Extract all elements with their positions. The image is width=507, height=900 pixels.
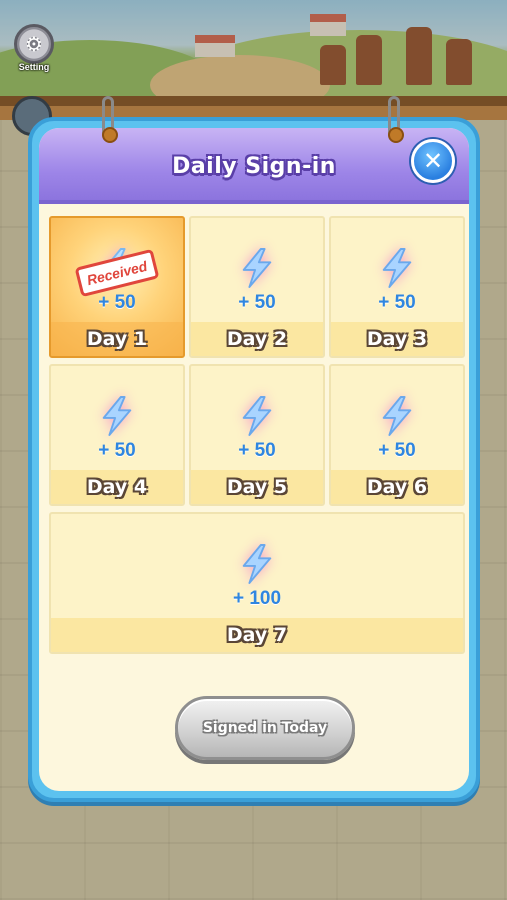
setting-button[interactable]: ⚙ Setting bbox=[12, 24, 56, 76]
day-band: Day 4 bbox=[51, 470, 183, 504]
energy-bolt-icon bbox=[375, 394, 419, 438]
reward-amount: + 50 bbox=[238, 292, 276, 313]
daily-signin-dialog: Daily Sign-in + 50 Received Day 1 + 50 D… bbox=[28, 117, 480, 802]
day-label: Day 4 bbox=[86, 476, 148, 498]
reward-amount: + 50 bbox=[238, 440, 276, 461]
signed-in-today-label: Signed in Today bbox=[202, 720, 328, 736]
reward-amount: + 50 bbox=[378, 440, 416, 461]
reward-amount: + 50 bbox=[98, 292, 136, 313]
close-icon: ✕ bbox=[422, 147, 444, 175]
dialog-body: Daily Sign-in + 50 Received Day 1 + 50 D… bbox=[39, 128, 469, 791]
energy-bolt-icon bbox=[235, 542, 279, 586]
day-label: Day 5 bbox=[226, 476, 288, 498]
day-card-7[interactable]: + 100 Day 7 bbox=[49, 512, 465, 654]
day-label: Day 3 bbox=[366, 328, 428, 350]
day-band: Day 2 bbox=[191, 322, 323, 356]
day-band: Day 1 bbox=[51, 322, 183, 356]
day-card-5[interactable]: + 50 Day 5 bbox=[189, 364, 325, 506]
reward-amount: + 50 bbox=[98, 440, 136, 461]
day-band: Day 5 bbox=[191, 470, 323, 504]
day-band: Day 6 bbox=[331, 470, 463, 504]
energy-bolt-icon bbox=[375, 246, 419, 290]
day-label: Day 2 bbox=[226, 328, 288, 350]
energy-bolt-icon bbox=[235, 394, 279, 438]
energy-bolt-icon bbox=[235, 246, 279, 290]
dialog-title: Daily Sign-in bbox=[172, 153, 336, 179]
day-label: Day 1 bbox=[86, 328, 148, 350]
signed-in-today-button[interactable]: Signed in Today bbox=[175, 696, 355, 760]
setting-label: Setting bbox=[18, 62, 50, 72]
day-card-6[interactable]: + 50 Day 6 bbox=[329, 364, 465, 506]
reward-amount: + 100 bbox=[232, 588, 282, 609]
day-label: Day 7 bbox=[226, 624, 288, 646]
day-card-1[interactable]: + 50 Received Day 1 bbox=[49, 216, 185, 358]
day-band: Day 3 bbox=[331, 322, 463, 356]
energy-bolt-icon bbox=[95, 394, 139, 438]
binder-ring bbox=[102, 96, 118, 143]
gear-icon: ⚙ bbox=[14, 24, 54, 64]
close-button[interactable]: ✕ bbox=[411, 139, 455, 183]
day-card-3[interactable]: + 50 Day 3 bbox=[329, 216, 465, 358]
day-band: Day 7 bbox=[51, 618, 463, 652]
day-card-2[interactable]: + 50 Day 2 bbox=[189, 216, 325, 358]
day-card-4[interactable]: + 50 Day 4 bbox=[49, 364, 185, 506]
day-label: Day 6 bbox=[366, 476, 428, 498]
binder-ring bbox=[388, 96, 404, 143]
reward-amount: + 50 bbox=[378, 292, 416, 313]
